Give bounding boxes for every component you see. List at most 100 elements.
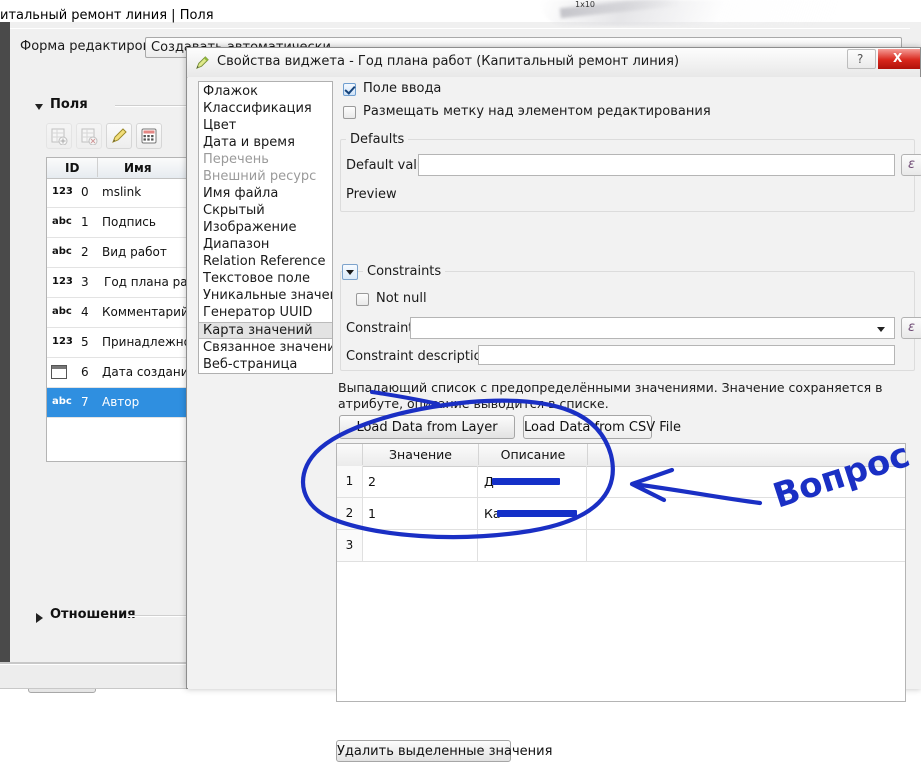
field-type: 123: [52, 276, 73, 287]
value-cell[interactable]: [363, 530, 478, 561]
load-data-from-layer-button[interactable]: Load Data from Layer: [339, 415, 515, 439]
table-row[interactable]: abc 1 Подпись: [47, 208, 195, 238]
field-id: 3: [81, 275, 89, 289]
constraint-expression-button[interactable]: ε: [901, 317, 921, 339]
field-name: Комментарий: [102, 305, 189, 319]
column-header-name[interactable]: Имя: [124, 161, 152, 175]
description-cell[interactable]: Д: [479, 466, 587, 497]
widget-list-item-uuid-generator[interactable]: Генератор UUID: [199, 305, 332, 322]
epsilon-icon: ε: [908, 157, 916, 172]
table-corner-cell: [337, 444, 363, 465]
chevron-down-icon[interactable]: [35, 104, 43, 110]
pencil-icon: [112, 128, 127, 143]
field-name: Принадлежность: [102, 335, 195, 349]
widget-list-item-datetime[interactable]: Дата и время: [199, 135, 332, 152]
constraint-description-input[interactable]: [478, 345, 895, 365]
field-id: 5: [81, 335, 89, 349]
editable-checkbox[interactable]: [343, 83, 356, 96]
field-name: Подпись: [102, 215, 156, 229]
table-row[interactable]: 123 0 mslink: [47, 178, 195, 208]
empty-cell: [588, 530, 905, 561]
field-name: mslink: [102, 185, 142, 199]
constraint-combo[interactable]: [410, 317, 895, 339]
dialog-title: Свойства виджета - Год плана работ (Капи…: [217, 54, 680, 69]
load-data-from-csv-button[interactable]: Load Data from CSV File: [523, 415, 681, 439]
date-type-icon: [51, 365, 67, 379]
table-row[interactable]: 1 2 Д: [337, 466, 905, 498]
empty-cell: [588, 466, 905, 497]
field-type: abc: [52, 396, 72, 407]
dialog-title-bar[interactable]: Свойства виджета - Год плана работ (Капи…: [187, 48, 920, 78]
field-id: 6: [81, 365, 89, 379]
constraints-group-label: Constraints: [363, 264, 446, 279]
constraints-collapse-toggle[interactable]: [342, 264, 358, 280]
table-row[interactable]: 2 1 Ка: [337, 498, 905, 530]
close-button[interactable]: X: [878, 49, 920, 69]
widget-list-item-photo[interactable]: Изображение: [199, 220, 332, 237]
table-row[interactable]: 123 3 Год плана работ: [47, 268, 195, 298]
fields-group: Поля ID Имя 123 0 mslink abc 1 Подпись a…: [30, 95, 210, 593]
field-type: abc: [52, 246, 72, 257]
widget-list-item-color[interactable]: Цвет: [199, 118, 332, 135]
default-value-expression-button[interactable]: ε: [901, 154, 921, 176]
toggle-editing-button[interactable]: [106, 123, 132, 149]
field-id: 7: [81, 395, 89, 409]
widget-type-list[interactable]: Флажок Классификация Цвет Дата и время П…: [198, 81, 333, 374]
qgis-pencil-icon: [196, 56, 209, 69]
calculator-icon: [141, 128, 157, 144]
table-row[interactable]: abc 7 Автор: [47, 388, 195, 418]
default-value-input[interactable]: [418, 154, 895, 176]
widget-properties-dialog: Свойства виджета - Год плана работ (Капи…: [186, 47, 921, 762]
column-header-value[interactable]: Значение: [363, 447, 478, 462]
delete-field-button[interactable]: [76, 123, 102, 149]
table-row[interactable]: 3: [337, 530, 905, 562]
widget-list-item-value-map[interactable]: Карта значений: [199, 322, 332, 339]
table-row[interactable]: 123 5 Принадлежность: [47, 328, 195, 358]
field-name: Вид работ: [102, 245, 167, 259]
value-cell[interactable]: 1: [363, 498, 478, 529]
column-header-description[interactable]: Описание: [479, 447, 587, 462]
table-row[interactable]: abc 4 Комментарий: [47, 298, 195, 328]
new-field-icon: [51, 128, 68, 145]
widget-list-item-range[interactable]: Диапазон: [199, 237, 332, 254]
table-row[interactable]: abc 2 Вид работ: [47, 238, 195, 268]
not-null-checkbox[interactable]: [356, 293, 369, 306]
widget-list-item-filename[interactable]: Имя файла: [199, 186, 332, 203]
widget-list-item-hidden[interactable]: Скрытый: [199, 203, 332, 220]
widget-list-item-value-relation[interactable]: Связанное значение: [199, 340, 332, 357]
constraint-label: Constraint: [346, 321, 414, 336]
value-cell[interactable]: 2: [363, 466, 478, 497]
relations-group-title: Отношения: [50, 607, 136, 622]
table-row[interactable]: 6 Дата создания: [47, 358, 195, 388]
chevron-right-icon[interactable]: [36, 613, 43, 623]
fields-table[interactable]: ID Имя 123 0 mslink abc 1 Подпись abc 2: [46, 157, 196, 462]
widget-list-item-relation-reference[interactable]: Relation Reference: [199, 254, 332, 271]
field-type: abc: [52, 306, 72, 317]
field-type: abc: [52, 216, 72, 227]
field-id: 1: [81, 215, 89, 229]
breadcrumb: итальный ремонт линия | Поля: [0, 8, 214, 23]
chevron-down-icon: [877, 327, 885, 332]
widget-list-item-enumeration: Перечень: [203, 152, 269, 167]
editable-checkbox-label: Поле ввода: [363, 81, 442, 96]
new-field-button[interactable]: [46, 123, 72, 149]
widget-list-item-unique-values[interactable]: Уникальные значения: [199, 288, 332, 305]
label-on-top-checkbox[interactable]: [343, 106, 356, 119]
widget-list-item-classification[interactable]: Классификация: [199, 101, 332, 118]
description-cell[interactable]: Ка: [479, 498, 587, 529]
help-button[interactable]: ?: [847, 49, 876, 69]
dialog-body: Флажок Классификация Цвет Дата и время П…: [188, 77, 921, 762]
field-calculator-button[interactable]: [136, 123, 162, 149]
column-header-id[interactable]: ID: [65, 161, 79, 175]
widget-list-item-web-view[interactable]: Веб-страница: [199, 357, 332, 373]
delete-selected-values-button[interactable]: Удалить выделенные значения: [336, 740, 552, 762]
value-map-table[interactable]: Значение Описание 1 2 Д 2 1 Ка 3: [336, 443, 906, 702]
field-type: 123: [52, 336, 73, 347]
row-index: 1: [337, 466, 363, 497]
widget-list-item-checkbox[interactable]: Флажок: [199, 84, 332, 101]
defaults-group-label: Defaults: [346, 132, 409, 147]
field-name: Дата создания: [102, 365, 196, 379]
widget-list-item-text-edit[interactable]: Текстовое поле: [199, 271, 332, 288]
description-cell[interactable]: [479, 530, 587, 561]
row-index: 3: [337, 530, 363, 561]
